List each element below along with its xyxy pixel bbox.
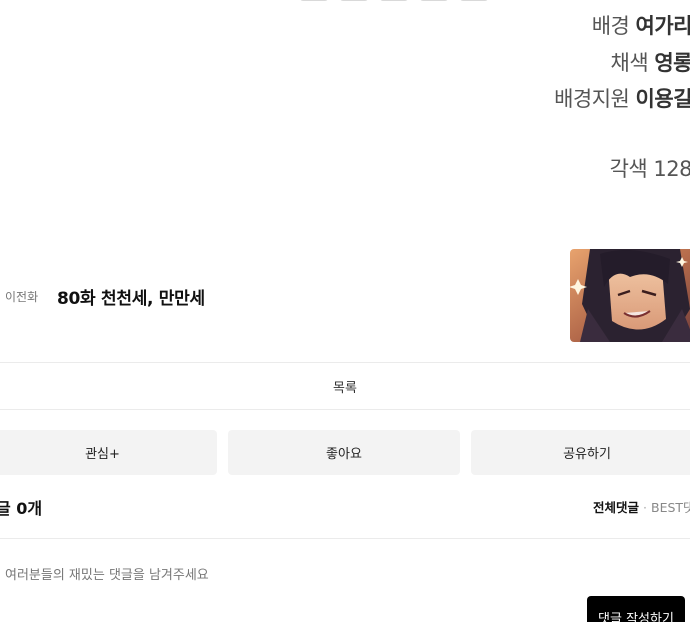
credit-coloring: 채색 영롱 — [611, 47, 690, 77]
credit-name: 영롱 — [654, 51, 690, 75]
share-button[interactable]: 공유하기 — [471, 430, 690, 475]
comment-sort-tabs: 전체댓글 · BEST댓 — [593, 497, 690, 516]
like-button[interactable]: 좋아요 — [228, 430, 460, 475]
credit-name: 여가리 — [635, 14, 690, 38]
cut-off-content — [300, 0, 600, 4]
write-comment-button[interactable]: 댓글 작성하기 — [587, 596, 685, 622]
subscribe-button[interactable]: 관심+ — [0, 430, 217, 475]
sort-best-tab[interactable]: BEST댓 — [651, 500, 690, 515]
sort-separator: · — [643, 500, 647, 515]
credit-role: 배경지원 — [554, 87, 630, 111]
credit-role: 채색 — [610, 51, 649, 75]
comment-input[interactable]: 여러분들의 재밌는 댓글을 남겨주세요 — [5, 564, 209, 583]
sort-all-tab[interactable]: 전체댓글 — [593, 500, 639, 515]
credit-background-support: 배경지원 이용길 — [554, 83, 690, 113]
credit-name: 128 — [653, 157, 690, 181]
episode-title[interactable]: 80화 천천세, 만만세 — [57, 284, 205, 309]
credit-background: 배경 여가리 — [592, 10, 690, 40]
prev-episode-link[interactable]: 이전화 — [5, 288, 38, 305]
divider — [0, 538, 690, 539]
divider — [0, 409, 690, 410]
credit-role: 배경 — [591, 14, 630, 38]
credit-role: 각색 — [609, 157, 648, 181]
episode-thumbnail-image — [570, 249, 690, 342]
comment-count: 글 0개 — [0, 499, 43, 518]
credit-coloring-team: 각색 128 — [610, 153, 690, 183]
credit-name: 이용길 — [635, 87, 690, 111]
episode-thumbnail[interactable] — [570, 249, 690, 342]
list-button[interactable]: 목록 — [0, 363, 690, 409]
